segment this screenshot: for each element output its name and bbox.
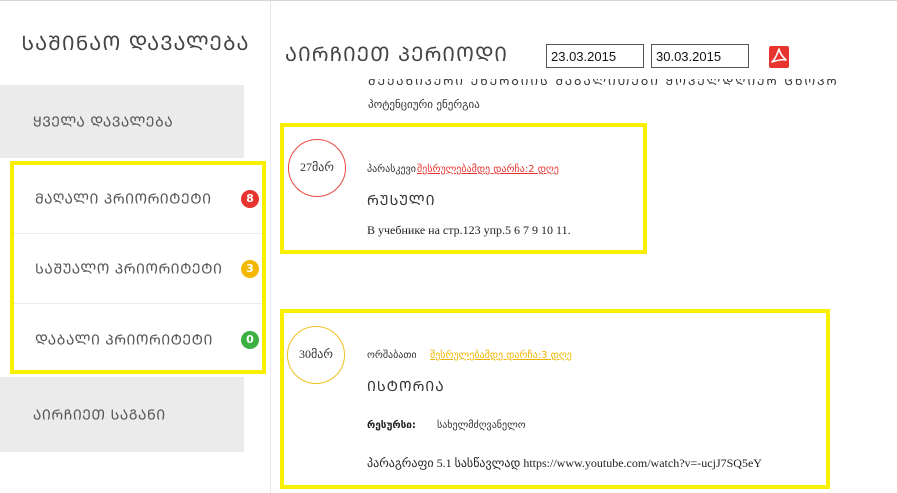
task-subject: ᲠᲣᲡᲣᲚᲘ	[367, 193, 436, 209]
sidebar-item-medium-priority[interactable]: ᲡᲐᲨᲣᲐᲚᲝ ᲞᲠᲘᲝᲠᲘᲢᲔᲢᲘ 3	[14, 235, 262, 304]
task-date-circle: 30მარ	[287, 326, 345, 384]
sidebar-item-low-priority[interactable]: ᲓᲐᲑᲐᲚᲘ ᲞᲠᲘᲝᲠᲘᲢᲔᲢᲘ 0	[14, 305, 262, 374]
task-date-circle: 27მარ	[288, 139, 346, 197]
task-dayname: პარასკევი	[367, 164, 416, 175]
date-to-input[interactable]	[651, 44, 749, 68]
task-card: 27მარ პარასკევი შესრულებამდე დარჩა:2 დღე…	[280, 123, 647, 254]
count-badge: 8	[241, 190, 259, 208]
previous-task-description: პოტენციური ენერგია	[368, 98, 480, 111]
task-deadline-link[interactable]: შესრულებამდე დარჩა:2 დღე	[417, 164, 559, 175]
date-from-input[interactable]	[546, 44, 644, 68]
task-dayname: ორშაბათი	[367, 350, 417, 361]
period-title: ᲐᲘᲠᲩᲘᲔᲗ ᲞᲔᲠᲘᲝᲓᲘ	[285, 42, 508, 66]
task-card: 30მარ ორშაბათი შესრულებამდე დარჩა:3 დღე …	[280, 309, 830, 489]
priority-group: ᲛᲐᲦᲐᲚᲘ ᲞᲠᲘᲝᲠᲘᲢᲔᲢᲘ 8 ᲡᲐᲨᲣᲐᲚᲝ ᲞᲠᲘᲝᲠᲘᲢᲔᲢᲘ 3…	[10, 161, 266, 374]
pdf-export-button[interactable]	[769, 46, 789, 68]
resource-label: რესურსი:	[367, 420, 416, 431]
task-deadline-link[interactable]: შესრულებამდე დარჩა:3 დღე	[430, 350, 572, 361]
task-subject: ᲘᲡᲢᲝᲠᲘᲐ	[367, 379, 445, 395]
sidebar-item-choose-subject[interactable]: ᲐᲘᲠᲩᲘᲔᲗ ᲡᲐᲒᲐᲜᲘ	[0, 377, 244, 452]
sidebar-item-label: ᲧᲕᲔᲚᲐ ᲓᲐᲕᲐᲚᲔᲑᲐ	[33, 114, 174, 130]
task-description: В учебнике на стр.123 упр.5 6 7 9 10 11.	[367, 223, 571, 237]
sidebar-item-label: ᲛᲐᲦᲐᲚᲘ ᲞᲠᲘᲝᲠᲘᲢᲔᲢᲘ	[35, 191, 212, 208]
sidebar-title: ᲡᲐᲨᲘᲜᲐᲝ ᲓᲐᲕᲐᲚᲔᲑᲐ	[21, 31, 250, 55]
count-badge: 0	[241, 330, 259, 349]
sidebar-item-label: ᲐᲘᲠᲩᲘᲔᲗ ᲡᲐᲒᲐᲜᲘ	[33, 407, 166, 423]
sidebar-item-all-tasks[interactable]: ᲧᲕᲔᲚᲐ ᲓᲐᲕᲐᲚᲔᲑᲐ	[0, 85, 244, 158]
sidebar-item-label: ᲡᲐᲨᲣᲐᲚᲝ ᲞᲠᲘᲝᲠᲘᲢᲔᲢᲘ	[35, 261, 223, 278]
sidebar-item-label: ᲓᲐᲑᲐᲚᲘ ᲞᲠᲘᲝᲠᲘᲢᲔᲢᲘ	[35, 332, 213, 348]
task-description: პარაგრაფი 5.1 სასწავლად https://www.yout…	[367, 456, 762, 470]
resource-value: სახელმძღვანელო	[437, 420, 526, 431]
previous-task-cut-line: ᲛᲔᲥᲐᲜᲘᲙᲣᲠᲘ ᲔᲜᲔᲠᲒᲘᲘᲡ ᲛᲐᲒᲐᲚᲘᲗᲔᲑᲘ ᲧᲝᲕᲔᲚᲓᲦᲘᲣ…	[368, 79, 838, 88]
sidebar: ᲡᲐᲨᲘᲜᲐᲝ ᲓᲐᲕᲐᲚᲔᲑᲐ ᲧᲕᲔᲚᲐ ᲓᲐᲕᲐᲚᲔᲑᲐ ᲛᲐᲦᲐᲚᲘ Პ…	[0, 1, 271, 493]
sidebar-item-high-priority[interactable]: ᲛᲐᲦᲐᲚᲘ ᲞᲠᲘᲝᲠᲘᲢᲔᲢᲘ 8	[14, 165, 262, 234]
pdf-icon	[771, 48, 787, 63]
count-badge: 3	[241, 260, 259, 278]
